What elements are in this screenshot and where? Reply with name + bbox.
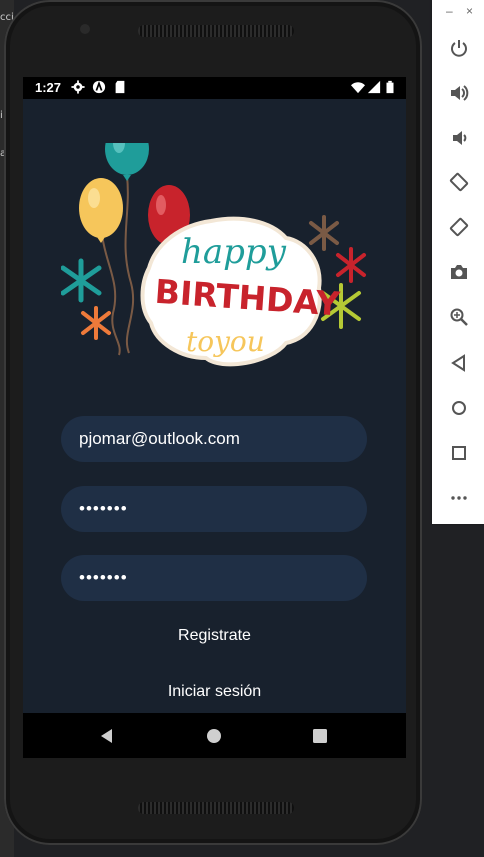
recents-icon[interactable] <box>310 726 330 746</box>
emulator-back-icon[interactable] <box>449 353 469 373</box>
close-button[interactable]: × <box>466 4 473 18</box>
login-button[interactable]: Iniciar sesión <box>23 683 406 701</box>
home-icon[interactable] <box>204 726 224 746</box>
navigation-bar <box>23 713 406 758</box>
volume-up-icon[interactable] <box>449 83 469 103</box>
minimize-button[interactable]: – <box>446 4 453 18</box>
rotate-right-icon[interactable] <box>449 217 469 237</box>
happy-text: happy <box>181 232 287 272</box>
to-you-text: toyou <box>186 325 265 358</box>
top-speaker <box>138 25 294 37</box>
power-icon[interactable] <box>449 38 469 58</box>
bottom-speaker <box>138 802 294 814</box>
password-field[interactable]: ••••••• <box>61 486 367 532</box>
back-icon[interactable] <box>97 726 117 746</box>
login-content: happy BIRTHDAY toyou pjomar@outlook.com … <box>23 99 406 713</box>
front-camera <box>80 24 90 34</box>
emulator-side-panel: – × <box>432 0 484 524</box>
wifi-icon <box>351 82 365 94</box>
confirm-password-field[interactable]: ••••••• <box>61 555 367 601</box>
more-icon[interactable] <box>449 488 469 508</box>
camera-icon[interactable] <box>449 262 469 282</box>
status-bar: 1:27 <box>23 77 406 99</box>
sd-card-icon <box>115 80 125 94</box>
birthday-illustration: happy BIRTHDAY toyou <box>61 143 366 367</box>
volume-down-icon[interactable] <box>449 128 469 148</box>
zoom-icon[interactable] <box>449 307 469 327</box>
settings-icon <box>71 80 85 94</box>
status-time: 1:27 <box>35 80 62 95</box>
rotate-left-icon[interactable] <box>449 172 469 192</box>
overview-icon[interactable] <box>449 443 469 463</box>
phone-screen: 1:27 happy BIRTHDAY toyou pjomar@outlook… <box>23 77 406 758</box>
ide-text-fragment: i <box>0 110 3 121</box>
cell-signal-icon <box>367 80 381 94</box>
emulator-home-icon[interactable] <box>449 398 469 418</box>
battery-icon <box>386 80 394 94</box>
android-auto-icon <box>92 80 106 94</box>
register-button[interactable]: Registrate <box>23 627 406 645</box>
email-field[interactable]: pjomar@outlook.com <box>61 416 367 462</box>
